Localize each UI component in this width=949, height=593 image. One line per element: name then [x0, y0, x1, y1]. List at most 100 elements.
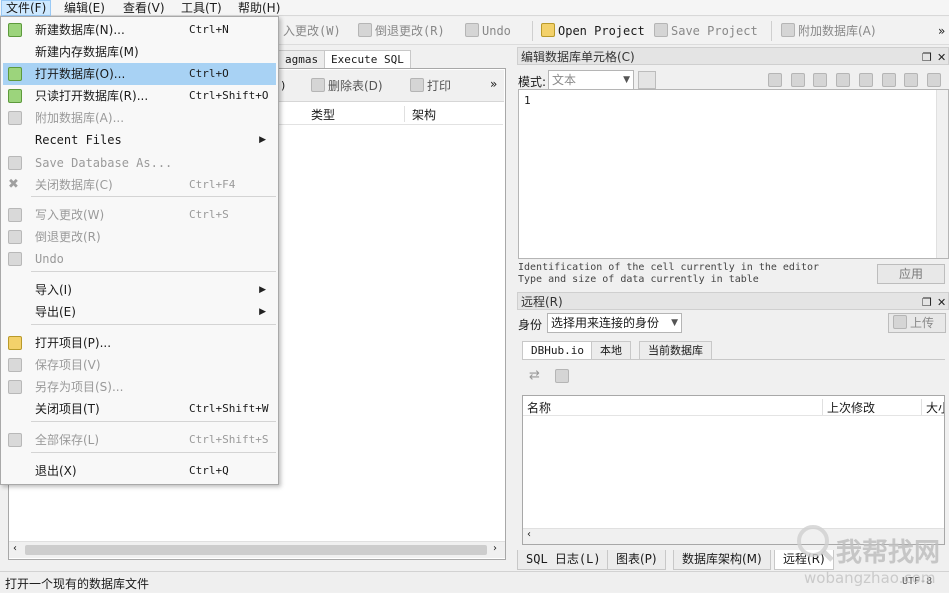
open-project-label: Open Project [558, 24, 645, 38]
clone-db-icon[interactable] [555, 369, 569, 383]
menu-item[interactable]: 写入更改(W) Ctrl+S [3, 204, 276, 226]
mode-select[interactable]: 文本 ▼ [548, 70, 634, 90]
menu-item[interactable]: 退出(X) Ctrl+Q [3, 460, 276, 482]
tab-plot[interactable]: 图表(P) [607, 550, 666, 570]
menu-item[interactable]: 附加数据库(A)... [3, 107, 276, 129]
tab-edit-pragmas[interactable]: agmas [278, 50, 326, 68]
save-project-icon [654, 23, 668, 37]
menubar: 文件(F) 编辑(E) 查看(V) 工具(T) 帮助(H) [0, 0, 949, 16]
printer-icon[interactable] [926, 73, 941, 87]
float-icon[interactable]: ❐ [922, 49, 932, 67]
remote-title: 远程(R) [521, 295, 563, 309]
menu-item[interactable]: 导入(I) ▶ [3, 279, 276, 301]
column-name[interactable]: 名称 [527, 399, 551, 416]
menu-item[interactable]: 倒退更改(R) [3, 226, 276, 248]
delete-table-label: 删除表(D) [328, 79, 383, 93]
menu-item[interactable]: 只读打开数据库(R)... Ctrl+Shift+O [3, 85, 276, 107]
menu-item[interactable]: Undo [3, 248, 276, 270]
import-icon[interactable] [768, 73, 782, 87]
identity-select[interactable]: 选择用来连接的身份 ▼ [547, 313, 682, 333]
column-type[interactable]: 类型 [311, 106, 335, 123]
revert-icon [8, 230, 22, 244]
menu-item-label: 新建数据库(N)... [35, 23, 125, 37]
new-db-icon [8, 23, 22, 37]
menu-view[interactable]: 查看(V) [119, 0, 169, 16]
remote-list-header: 名称 上次修改 大小 [523, 396, 944, 416]
export-icon[interactable] [790, 73, 805, 87]
set-null-icon[interactable] [813, 73, 828, 87]
close-icon[interactable]: ✕ [937, 294, 946, 312]
refresh-icon[interactable]: ⇄ [529, 368, 540, 383]
menu-item[interactable]: 新建数据库(N)... Ctrl+N [3, 19, 276, 41]
structure-overflow-button[interactable]: » [490, 77, 497, 91]
menu-edit[interactable]: 编辑(E) [60, 0, 109, 16]
upload-icon [893, 315, 907, 329]
menu-tools[interactable]: 工具(T) [177, 0, 226, 16]
toolbar-overflow-button[interactable]: » [938, 21, 945, 41]
mode-value: 文本 [552, 73, 577, 87]
menu-item-shortcut: Ctrl+Shift+S [189, 433, 269, 446]
column-size[interactable]: 大小 [926, 399, 944, 416]
write-changes-button[interactable]: 入更改(W) [283, 21, 341, 41]
menu-item[interactable]: 关闭项目(T) Ctrl+Shift+W [3, 398, 276, 420]
menu-item-label: 导入(I) [35, 283, 72, 297]
undo-button[interactable]: Undo [465, 21, 511, 41]
float-icon[interactable]: ❐ [922, 294, 932, 312]
save-project-icon [8, 358, 22, 372]
tab-db-schema[interactable]: 数据库架构(M) [673, 550, 771, 570]
word-wrap-icon[interactable] [836, 73, 851, 87]
menu-item[interactable]: Save Database As... [3, 152, 276, 174]
print-button[interactable]: 打印 [410, 77, 451, 94]
open-project-icon [8, 336, 22, 350]
menu-item[interactable]: 新建内存数据库(M) [3, 41, 276, 63]
upload-button[interactable]: 上传 [888, 313, 946, 333]
scroll-left-icon[interactable]: ‹ [527, 529, 531, 540]
menu-item[interactable]: 导出(E) ▶ [3, 301, 276, 323]
save-project-button[interactable]: Save Project [654, 21, 758, 41]
column-last-modified[interactable]: 上次修改 [827, 399, 875, 416]
menu-separator [31, 271, 276, 272]
scroll-right-icon[interactable]: › [493, 543, 497, 554]
menu-item-shortcut: Ctrl+Shift+O [189, 89, 269, 102]
delete-table-button[interactable]: 删除表(D) [311, 77, 383, 94]
menu-help[interactable]: 帮助(H) [234, 0, 284, 16]
menu-item-label: 写入更改(W) [35, 208, 105, 222]
gear-icon[interactable] [638, 71, 656, 89]
undo-icon [8, 252, 22, 266]
menu-item[interactable]: 打开数据库(O)... Ctrl+O [3, 63, 276, 85]
menu-item-label: 打开数据库(O)... [35, 67, 126, 81]
apply-icon[interactable] [881, 73, 896, 87]
apply-button[interactable]: 应用 [877, 264, 945, 284]
watermark-cn: 我帮找网 [836, 538, 941, 568]
revert-changes-button[interactable]: 倒退更改(R) [358, 21, 445, 41]
remote-file-list[interactable] [522, 395, 945, 545]
scroll-thumb[interactable] [25, 545, 487, 555]
tab-execute-sql[interactable]: Execute SQL [324, 50, 411, 68]
attach-db-button[interactable]: 附加数据库(A) [781, 21, 876, 41]
menu-item-label: 关闭数据库(C) [35, 178, 113, 192]
close-icon[interactable]: ✕ [937, 49, 946, 67]
cell-editor[interactable]: 1 [518, 89, 949, 259]
menu-item[interactable]: 另存为项目(S)... [3, 376, 276, 398]
attach-db-label: 附加数据库(A) [798, 24, 876, 38]
column-schema[interactable]: 架构 [412, 106, 436, 123]
chevron-down-icon: ▼ [623, 75, 630, 85]
menu-item[interactable]: ✖ 关闭数据库(C) Ctrl+F4 [3, 174, 276, 196]
cell-info-line: Identification of the cell currently in … [518, 262, 820, 273]
menu-item[interactable]: 打开项目(P)... [3, 332, 276, 354]
menu-item[interactable]: 保存项目(V) [3, 354, 276, 376]
auto-format-icon[interactable] [858, 73, 873, 87]
scroll-left-icon[interactable]: ‹ [13, 543, 17, 554]
link-icon[interactable] [904, 73, 919, 87]
menu-item[interactable]: Recent Files ▶ [3, 129, 276, 151]
tab-local[interactable]: 本地 [591, 341, 631, 359]
open-project-button[interactable]: Open Project [541, 21, 645, 41]
horizontal-scrollbar[interactable]: ‹ › [9, 541, 505, 558]
tab-sql-log[interactable]: SQL 日志(L) [517, 550, 610, 570]
menu-file[interactable]: 文件(F) [1, 0, 52, 16]
menu-item[interactable]: 全部保存(L) Ctrl+Shift+S [3, 429, 276, 451]
editor-scrollbar[interactable] [936, 90, 948, 258]
tab-dbhub[interactable]: DBHub.io [522, 341, 593, 359]
tab-current-db[interactable]: 当前数据库 [639, 341, 712, 359]
menu-item-label: Recent Files [35, 133, 122, 147]
